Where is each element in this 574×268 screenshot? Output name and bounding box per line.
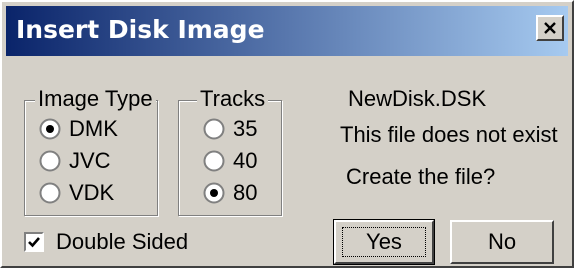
image-type-legend: Image Type <box>35 86 156 112</box>
tracks-group: Tracks 35 40 80 <box>178 86 282 216</box>
image-type-group: Image Type DMK JVC VDK <box>24 86 158 216</box>
radio-unselected-icon[interactable] <box>203 118 225 140</box>
radio-selected-icon[interactable] <box>39 118 61 140</box>
yes-button[interactable]: Yes <box>333 219 435 265</box>
radio-unselected-icon[interactable] <box>39 182 61 204</box>
radio-unselected-icon[interactable] <box>203 150 225 172</box>
window-title: Insert Disk Image <box>16 15 265 44</box>
checkbox-checked-icon[interactable] <box>24 232 44 252</box>
close-button[interactable] <box>536 15 564 41</box>
close-icon <box>544 22 556 34</box>
tracks-legend: Tracks <box>197 86 269 112</box>
no-button-label: No <box>487 229 517 254</box>
radio-selected-icon[interactable] <box>203 182 225 204</box>
radio-unselected-icon[interactable] <box>39 150 61 172</box>
status-text: This file does not exist <box>340 122 558 147</box>
radio-label: JVC <box>69 148 111 173</box>
double-sided-label: Double Sided <box>56 229 189 254</box>
radio-label: 35 <box>233 116 258 141</box>
question-text: Create the file? <box>346 164 496 189</box>
radio-label: DMK <box>69 116 118 141</box>
radio-label: VDK <box>69 180 115 205</box>
title-bar[interactable]: Insert Disk Image <box>6 6 568 56</box>
no-button[interactable]: No <box>450 220 554 264</box>
radio-label: 80 <box>233 180 258 205</box>
insert-disk-image-dialog: Insert Disk Image Image Type DMK JVC VDK… <box>0 0 574 268</box>
yes-button-label: Yes <box>366 229 402 254</box>
radio-label: 40 <box>233 148 258 173</box>
filename-text: NewDisk.DSK <box>348 86 487 111</box>
